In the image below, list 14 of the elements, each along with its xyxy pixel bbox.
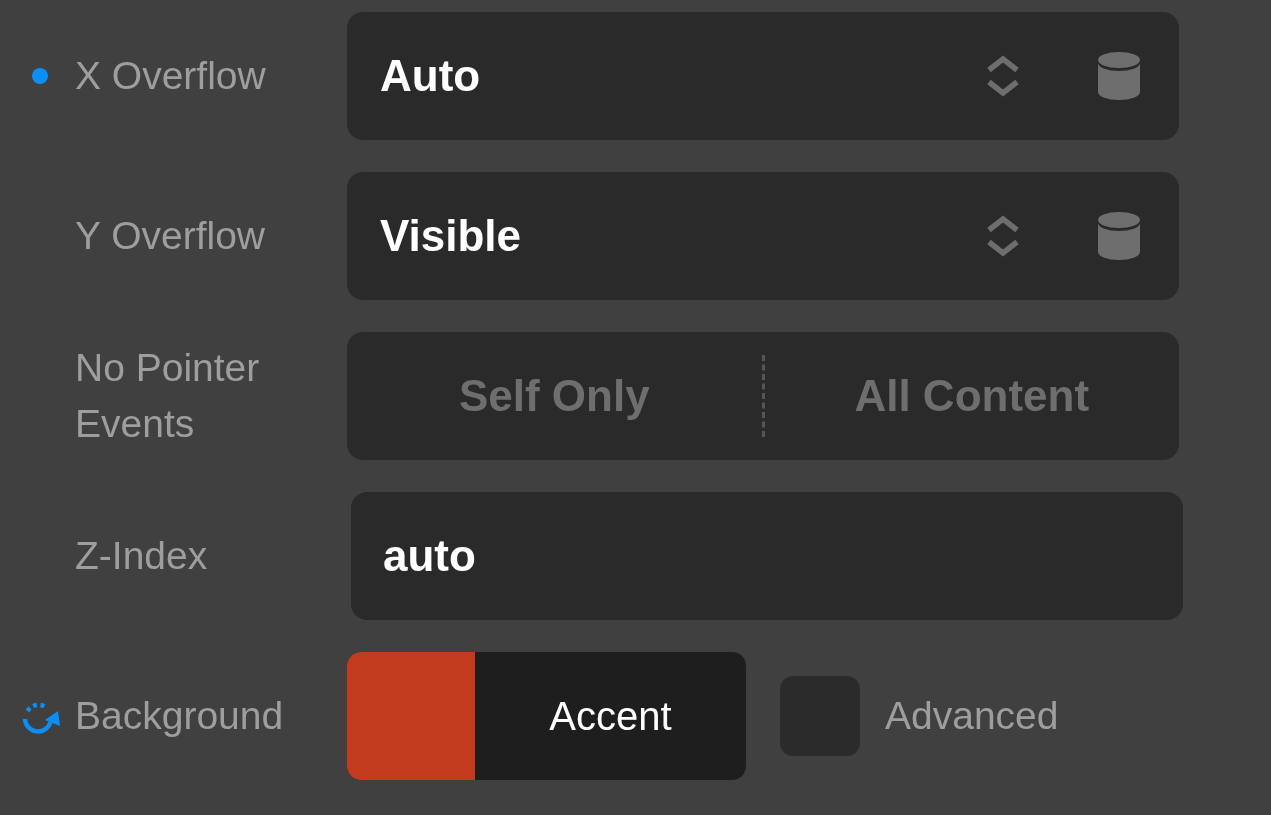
database-icon[interactable]: [1098, 212, 1140, 260]
field-label: No Pointer Events: [75, 345, 261, 447]
select-field[interactable]: Auto: [347, 12, 1179, 140]
text-field[interactable]: auto: [351, 492, 1183, 620]
chevron-updown-icon: [986, 55, 1020, 97]
field-label: Z-Index: [75, 533, 209, 579]
field-label: Y Overflow: [75, 213, 266, 259]
chevron-updown-icon: [986, 215, 1020, 257]
color-button[interactable]: Accent: [347, 652, 746, 780]
field-label: Background: [75, 693, 285, 739]
database-icon[interactable]: [1098, 52, 1140, 100]
select-field[interactable]: Visible: [347, 172, 1179, 300]
field-label: X Overflow: [75, 53, 267, 99]
checkbox-label: Advanced: [885, 694, 1059, 738]
